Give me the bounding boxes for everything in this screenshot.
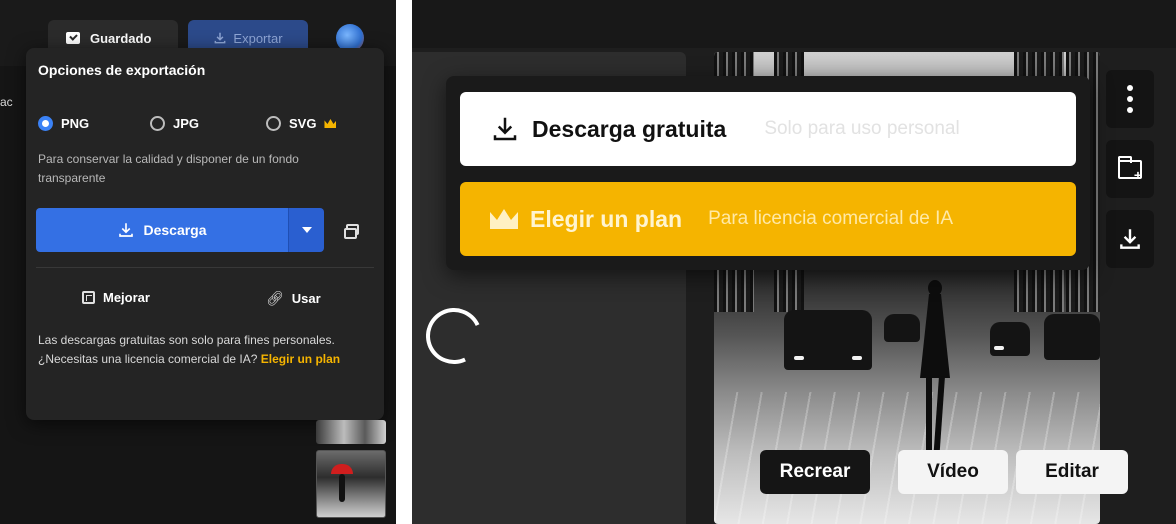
format-description: Para conservar la calidad y disponer de …: [38, 152, 299, 185]
caret-down-icon: [301, 227, 312, 233]
crown-icon: [490, 209, 518, 229]
left-screenshot: ac Guardado Exportar Opciones de exporta…: [0, 0, 396, 524]
choose-plan-link[interactable]: Elegir un plan: [261, 352, 340, 366]
car: [990, 322, 1030, 356]
download-icon: [1120, 229, 1140, 249]
download-image-button[interactable]: [1106, 210, 1154, 268]
copy-icon[interactable]: [344, 224, 359, 239]
choose-plan-subtitle: Para licencia comercial de IA: [708, 208, 954, 229]
divider: [36, 267, 374, 268]
license-note: Las descargas gratuitas son solo para fi…: [38, 331, 374, 369]
spinner-icon: [418, 300, 490, 372]
format-option-svg[interactable]: SVG: [266, 116, 337, 131]
thumbnail-2[interactable]: [316, 450, 386, 518]
png-label: PNG: [61, 116, 90, 131]
download-label: Descarga: [143, 222, 207, 238]
svg-label: SVG: [289, 116, 317, 131]
license-question: ¿Necesitas una licencia comercial de IA?: [38, 352, 258, 366]
svg-radio[interactable]: [266, 116, 281, 131]
download-icon: [493, 117, 517, 141]
crown-icon: [324, 119, 337, 128]
download-icon: [119, 223, 134, 237]
thumbnail-1[interactable]: [316, 420, 386, 444]
format-option-png[interactable]: PNG: [38, 116, 89, 131]
free-download-button[interactable]: Descarga gratuita Solo para uso personal: [460, 92, 1076, 166]
format-option-jpg[interactable]: JPG: [150, 116, 199, 131]
choose-plan-button[interactable]: Elegir un plan Para licencia comercial d…: [460, 182, 1076, 256]
check-folder-icon: [66, 32, 80, 44]
jpg-radio[interactable]: [150, 116, 165, 131]
panel-title: Opciones de exportación: [38, 62, 206, 78]
recreate-button[interactable]: Recrear: [760, 450, 870, 494]
choose-plan-label: Elegir un plan: [530, 205, 683, 232]
car: [1044, 314, 1100, 360]
saved-label: Guardado: [90, 30, 152, 46]
download-button[interactable]: Descarga: [36, 208, 288, 252]
car: [784, 310, 872, 370]
use-label: Usar: [291, 291, 321, 306]
jpg-label: JPG: [173, 116, 200, 131]
top-bar: [412, 0, 1176, 48]
link-icon: 🔗︎: [266, 290, 284, 306]
license-note-text: Las descargas gratuitas son solo para fi…: [38, 333, 335, 347]
improve-button[interactable]: Mejorar: [82, 290, 150, 305]
download-options-dropdown[interactable]: [288, 208, 324, 252]
image-toolbar: [1100, 70, 1160, 280]
improve-label: Mejorar: [103, 290, 150, 305]
thumbnail-figure: [339, 474, 345, 502]
enhance-icon: [82, 291, 95, 304]
sidebar-cut-text: ac: [0, 95, 13, 109]
download-icon: [215, 32, 226, 44]
png-radio[interactable]: [38, 116, 53, 131]
use-button[interactable]: 🔗︎ Usar: [266, 290, 321, 307]
more-options-button[interactable]: [1106, 70, 1154, 128]
video-button[interactable]: Vídeo: [898, 450, 1008, 494]
save-to-folder-button[interactable]: [1106, 140, 1154, 198]
download-popup: Descarga gratuita Solo para uso personal…: [446, 76, 1090, 270]
folder-add-icon: [1117, 155, 1142, 183]
export-label: Exportar: [233, 30, 283, 46]
free-download-subtitle: Solo para uso personal: [764, 118, 960, 139]
export-options-panel: Opciones de exportación PNG JPG SVG Para…: [26, 48, 384, 420]
right-screenshot: Descarga gratuita Solo para uso personal…: [412, 0, 1176, 524]
free-download-label: Descarga gratuita: [532, 115, 727, 142]
edit-button[interactable]: Editar: [1016, 450, 1128, 494]
more-vertical-icon: [1127, 85, 1133, 113]
